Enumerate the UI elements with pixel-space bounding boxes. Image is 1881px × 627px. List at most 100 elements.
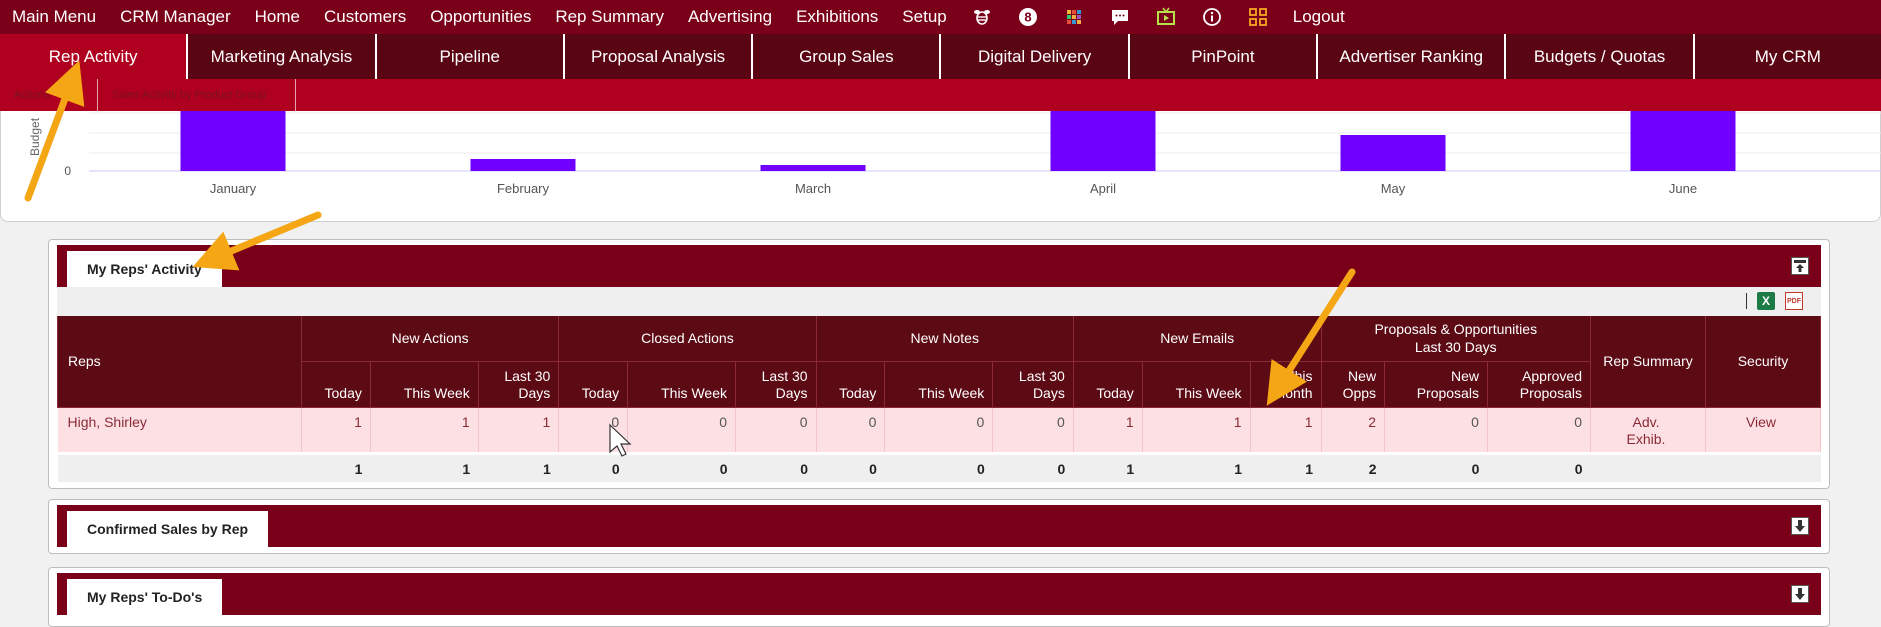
tab-pinpoint[interactable]: PinPoint	[1129, 34, 1319, 79]
proposals-header-line1: Proposals & Opportunities	[1374, 321, 1538, 338]
export-toolbar: X PDF	[57, 287, 1821, 316]
chat-icon[interactable]	[1109, 6, 1131, 28]
total-closed-actions-last30: 0	[735, 455, 817, 482]
total-new-emails-month: 1	[1250, 455, 1322, 482]
cell-new-emails-today[interactable]: 1	[1073, 407, 1143, 452]
chart-bar-february[interactable]	[470, 159, 576, 171]
cell-closed-actions-today: 0	[558, 407, 629, 452]
apps-grid-icon[interactable]	[1063, 6, 1085, 28]
widget-title-my-reps-activity[interactable]: My Reps' Activity	[67, 251, 222, 287]
chart-bar-may[interactable]	[1340, 135, 1446, 171]
chart-x-tick-february: February	[497, 181, 550, 196]
expand-icon[interactable]	[1791, 585, 1809, 603]
total-closed-actions-week: 0	[627, 455, 736, 482]
badge-count: 8	[1024, 10, 1031, 25]
sub-tabs: Actions Sales Activity by Product Group	[0, 79, 1881, 111]
col-reps: Reps	[57, 316, 302, 408]
nav-opportunities[interactable]: Opportunities	[418, 7, 543, 27]
col-new-notes-last30: Last 30 Days	[992, 361, 1074, 408]
total-new-actions-last30: 1	[478, 455, 559, 482]
nav-home[interactable]: Home	[243, 7, 312, 27]
cell-new-proposals: 0	[1384, 407, 1488, 452]
nav-rep-summary[interactable]: Rep Summary	[543, 7, 676, 27]
tab-budgets-quotas[interactable]: Budgets / Quotas	[1506, 34, 1695, 79]
widget-title-confirmed-sales[interactable]: Confirmed Sales by Rep	[67, 511, 269, 547]
chart-x-tick-april: April	[1090, 181, 1116, 196]
tab-pipeline[interactable]: Pipeline	[376, 34, 565, 79]
nav-exhibitions[interactable]: Exhibitions	[784, 7, 890, 27]
col-new-actions-last30: Last 30 Days	[477, 361, 560, 408]
col-new-actions-week: This Week	[369, 361, 479, 408]
rep-activity-table: Reps New Actions Closed Actions New Note…	[57, 316, 1821, 482]
tab-group-sales[interactable]: Group Sales	[753, 34, 942, 79]
bee-icon[interactable]	[971, 6, 993, 28]
chart-x-tick-march: March	[795, 181, 831, 196]
nav-logout[interactable]: Logout	[1281, 7, 1357, 27]
col-approved-proposals: Approved Proposals	[1486, 361, 1592, 408]
tab-digital-delivery[interactable]: Digital Delivery	[941, 34, 1130, 79]
col-group-new-actions: New Actions	[300, 316, 560, 362]
tab-rep-activity[interactable]: Rep Activity	[0, 34, 189, 79]
total-new-notes-week: 0	[884, 455, 993, 482]
col-new-proposals: New Proposals	[1384, 361, 1488, 408]
chart-bar-june[interactable]	[1630, 111, 1736, 171]
chart-x-tick-january: January	[210, 181, 257, 196]
subtab-sales-activity-by-product-group[interactable]: Sales Activity by Product Group	[98, 79, 296, 111]
rep-summary-exhib-link[interactable]: Exhib.	[1627, 431, 1666, 447]
nav-main-menu[interactable]: Main Menu	[0, 7, 108, 27]
chart-bar-april[interactable]	[1050, 111, 1156, 171]
badge-icon[interactable]: 8	[1017, 6, 1039, 28]
subtab-actions[interactable]: Actions	[0, 79, 98, 111]
widget-title-my-reps-todos[interactable]: My Reps' To-Do's	[67, 579, 223, 615]
nav-customers[interactable]: Customers	[312, 7, 418, 27]
nav-advertising[interactable]: Advertising	[676, 7, 784, 27]
total-new-emails-week: 1	[1142, 455, 1251, 482]
modules-icon[interactable]	[1247, 6, 1269, 28]
nav-setup[interactable]: Setup	[890, 7, 958, 27]
total-new-proposals: 0	[1384, 455, 1488, 482]
cell-new-actions-week[interactable]: 1	[370, 407, 479, 452]
widget-header: Confirmed Sales by Rep	[57, 505, 1821, 547]
expand-icon[interactable]	[1791, 517, 1809, 535]
excel-export-icon[interactable]: X	[1757, 292, 1775, 310]
cell-closed-actions-week: 0	[627, 407, 736, 452]
cell-rep-summary: Adv. Exhib.	[1590, 407, 1706, 452]
tab-marketing-analysis[interactable]: Marketing Analysis	[188, 34, 377, 79]
col-closed-actions-last30: Last 30 Days	[734, 361, 817, 408]
total-new-emails-today: 1	[1073, 455, 1143, 482]
totals-label	[57, 455, 302, 482]
tv-icon[interactable]	[1155, 6, 1177, 28]
col-new-notes-today: Today	[815, 361, 886, 408]
tab-my-crm[interactable]: My CRM	[1694, 34, 1881, 79]
cell-new-emails-month[interactable]: 1	[1250, 407, 1322, 452]
chart-bar-march[interactable]	[760, 165, 866, 171]
security-view-link[interactable]: View	[1705, 407, 1821, 452]
col-group-proposals: Proposals & Opportunities Last 30 Days	[1320, 316, 1592, 362]
cell-new-actions-last30[interactable]: 1	[478, 407, 560, 452]
total-approved-proposals: 0	[1487, 455, 1591, 482]
total-new-notes-today: 0	[816, 455, 885, 482]
pdf-export-icon[interactable]: PDF	[1785, 292, 1803, 310]
tab-proposal-analysis[interactable]: Proposal Analysis	[564, 34, 754, 79]
col-closed-actions-week: This Week	[627, 361, 736, 408]
info-icon[interactable]	[1201, 6, 1223, 28]
chart-y-axis-label: Budget	[28, 117, 42, 156]
rep-name-link[interactable]: High, Shirley	[57, 407, 302, 452]
confirmed-sales-widget: Confirmed Sales by Rep	[48, 499, 1830, 554]
col-new-emails-month: This Month	[1249, 361, 1322, 408]
cell-new-actions-today[interactable]: 1	[301, 407, 371, 452]
module-tabs: Rep Activity Marketing Analysis Pipeline…	[0, 34, 1881, 79]
cell-new-opps[interactable]: 2	[1321, 407, 1386, 452]
collapse-icon[interactable]	[1791, 257, 1809, 275]
total-rep-summary	[1590, 455, 1706, 482]
widget-header: My Reps' Activity	[57, 245, 1821, 287]
col-new-opps: New Opps	[1320, 361, 1386, 408]
rep-summary-adv-link[interactable]: Adv.	[1633, 414, 1660, 430]
chart-bar-january[interactable]	[180, 111, 286, 171]
total-closed-actions-today: 0	[558, 455, 628, 482]
total-new-actions-today: 1	[301, 455, 371, 482]
tab-advertiser-ranking[interactable]: Advertiser Ranking	[1318, 34, 1507, 79]
nav-crm-manager[interactable]: CRM Manager	[108, 7, 243, 27]
my-reps-todos-widget: My Reps' To-Do's	[48, 567, 1830, 627]
cell-new-emails-week[interactable]: 1	[1142, 407, 1251, 452]
